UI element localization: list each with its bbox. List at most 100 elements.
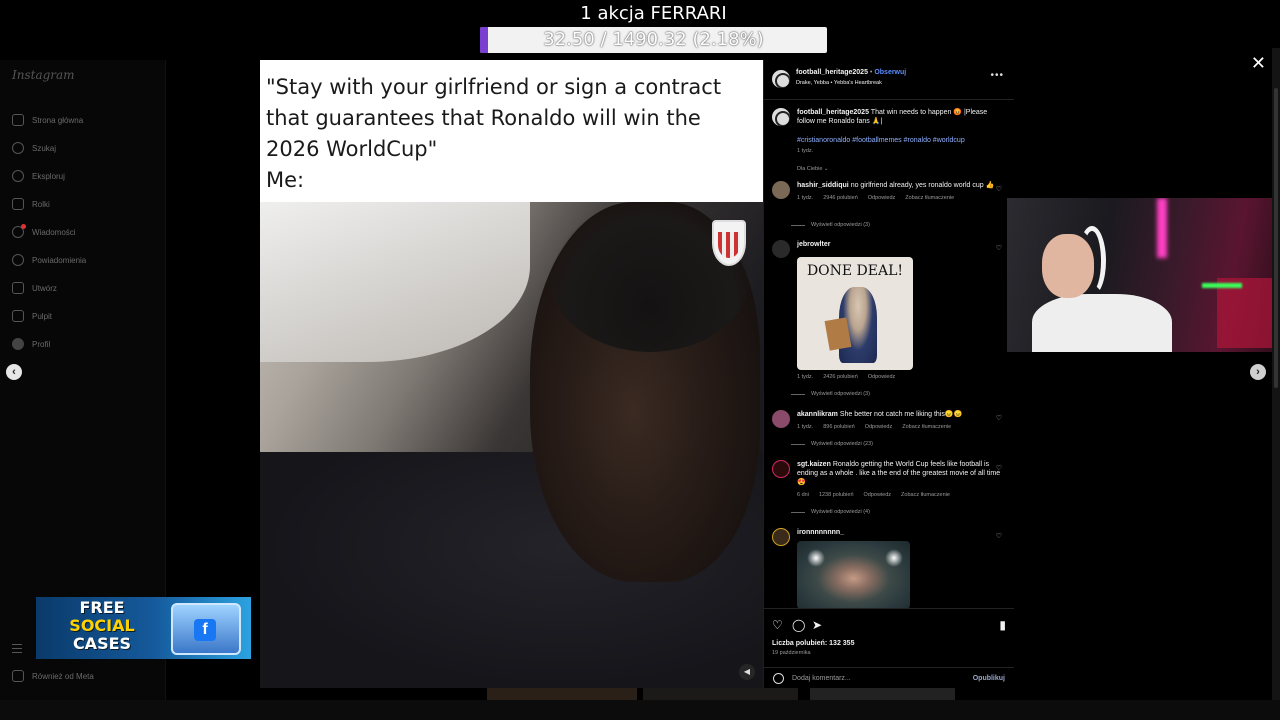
messenger-icon	[12, 224, 26, 238]
view-replies-label: Wyświetl odpowiedzi (23)	[811, 441, 874, 447]
translate-button[interactable]: Zobacz tłumaczenie	[905, 194, 954, 203]
author-line: football_heritage2025 • Obserwuj	[796, 69, 906, 76]
comment-like-icon[interactable]: ♡	[996, 532, 1002, 540]
caption-time: 1 tydz.	[797, 148, 814, 154]
sidebar-item-explore[interactable]: Eksploruj	[12, 162, 86, 190]
comment-like-icon[interactable]: ♡	[996, 185, 1002, 193]
comment-likes[interactable]: 1238 polubień	[819, 491, 854, 500]
author-avatar[interactable]	[772, 70, 790, 88]
publish-button[interactable]: Opublikuj	[973, 675, 1005, 682]
menu-icon[interactable]	[12, 644, 22, 653]
page-scrollbar[interactable]	[1272, 48, 1280, 700]
view-replies-button[interactable]: Wyświetl odpowiedzi (3)	[791, 391, 870, 397]
comment-username[interactable]: sgt.kaizen	[797, 461, 831, 468]
thumbnail-strip-item[interactable]	[487, 688, 637, 700]
previous-post-icon[interactable]: ‹	[6, 364, 22, 380]
thumbnail-strip-item[interactable]	[643, 688, 798, 700]
reply-button[interactable]: Odpowiedz	[864, 491, 892, 500]
comment-text: no girlfriend already, yes ronaldo world…	[850, 182, 995, 189]
sidebar-item-messages[interactable]: Wiadomości	[12, 218, 86, 246]
sidebar-item-meta[interactable]: Również od Meta	[12, 670, 94, 682]
replies-line	[791, 443, 805, 445]
comment-text: She better not catch me liking this😠😠	[839, 411, 963, 418]
comment-likes[interactable]: 2946 polubień	[823, 194, 858, 203]
sidebar-item-dashboard[interactable]: Pulpit	[12, 302, 86, 330]
translate-button[interactable]: Zobacz tłumaczenie	[902, 423, 951, 432]
replies-line	[791, 224, 805, 226]
share-icon[interactable]: ➤	[812, 618, 822, 632]
sidebar-item-profile[interactable]: Profil	[12, 330, 86, 358]
comment-like-icon[interactable]: ♡	[996, 464, 1002, 472]
meta-icon	[12, 670, 24, 682]
scrollbar-thumb[interactable]	[1274, 88, 1278, 388]
sidebar-item-create[interactable]: Utwórz	[12, 274, 86, 302]
comment-icon[interactable]: ◯	[792, 618, 805, 632]
sidebar-item-label: Powiadomienia	[32, 255, 87, 265]
bookmark-icon[interactable]: ▮	[999, 618, 1006, 632]
replies-line	[791, 393, 805, 395]
comment-likes[interactable]: 896 polubień	[823, 423, 855, 432]
close-icon[interactable]: ✕	[1251, 53, 1266, 74]
reply-button[interactable]: Odpowiedz	[865, 423, 893, 432]
sidebar-item-label: Utwórz	[32, 283, 57, 293]
commenter-avatar[interactable]	[772, 528, 790, 546]
sidebar-item-home[interactable]: Strona główna	[12, 106, 86, 134]
sort-dropdown[interactable]: Dla Ciebie ⌄	[797, 166, 829, 172]
sidebar-item-reels[interactable]: Rolki	[12, 190, 86, 218]
caption-hashtags[interactable]: #cristianoronaldo #footballmemes #ronald…	[797, 136, 1002, 145]
comment-time: 1 tydz.	[797, 424, 814, 430]
comment-like-icon[interactable]: ♡	[996, 414, 1002, 422]
like-icon[interactable]: ♡	[772, 618, 783, 632]
club-crest-icon	[712, 220, 746, 266]
post-date: 19 października	[772, 650, 811, 656]
view-replies-button[interactable]: Wyświetl odpowiedzi (4)	[791, 509, 870, 515]
search-icon	[12, 142, 24, 154]
sidebar-item-label: Wiadomości	[32, 227, 76, 237]
comment-username[interactable]: akannlikram	[797, 411, 838, 418]
comment-username[interactable]: ironnnnnnnn_	[797, 529, 844, 536]
follow-button[interactable]: Obserwuj	[874, 69, 906, 76]
caption-username[interactable]: football_heritage2025	[797, 109, 869, 116]
sidebar-item-label: Rolki	[32, 199, 50, 209]
comment-body: ironnnnnnnn_	[797, 528, 1002, 537]
sidebar-item-label: Pulpit	[32, 311, 53, 321]
translate-button[interactable]: Zobacz tłumaczenie	[901, 491, 950, 500]
comment-username[interactable]: jebrowlter	[797, 241, 830, 248]
comment-photo[interactable]	[797, 541, 910, 609]
caption-avatar[interactable]	[772, 108, 790, 126]
free-social-cases-ad[interactable]: FREE SOCIAL CASES f	[36, 597, 251, 659]
more-options-icon[interactable]: •••	[990, 70, 1004, 81]
reply-button[interactable]: Odpowiedz	[868, 194, 896, 203]
commenter-avatar[interactable]	[772, 240, 790, 258]
comment: akannlikram She better not catch me liki…	[772, 410, 1006, 440]
commenter-avatar[interactable]	[772, 410, 790, 428]
facebook-icon: f	[194, 619, 216, 641]
home-icon	[12, 114, 24, 126]
comment-body: sgt.kaizen Ronaldo getting the World Cup…	[797, 460, 1002, 500]
comment-time: 6 dni	[797, 492, 809, 498]
like-count[interactable]: Liczba polubień: 132 355	[772, 640, 854, 647]
view-replies-button[interactable]: Wyświetl odpowiedzi (23)	[791, 441, 873, 447]
author-username[interactable]: football_heritage2025	[796, 69, 868, 76]
view-replies-label: Wyświetl odpowiedzi (3)	[811, 222, 870, 228]
commenter-avatar[interactable]	[772, 181, 790, 199]
comment-likes[interactable]: 2426 polubień	[823, 374, 858, 380]
comment-gif-image[interactable]: DONE DEAL!	[797, 257, 913, 370]
audio-info[interactable]: Drake, Yebba • Yebba's Heartbreak	[796, 80, 882, 86]
comment-body: hashir_siddiqui no girlfriend already, y…	[797, 181, 1002, 203]
video-frame[interactable]: ◀	[260, 202, 763, 688]
reply-button[interactable]: Odpowiedz	[868, 374, 896, 380]
comment-username[interactable]: hashir_siddiqui	[797, 182, 849, 189]
comment-input[interactable]: Dodaj komentarz...	[792, 675, 851, 682]
commenter-avatar[interactable]	[772, 460, 790, 478]
sidebar-item-notifications[interactable]: Powiadomienia	[12, 246, 86, 274]
sidebar-item-search[interactable]: Szukaj	[12, 134, 86, 162]
next-post-icon[interactable]: ›	[1250, 364, 1266, 380]
view-replies-button[interactable]: Wyświetl odpowiedzi (3)	[791, 222, 870, 228]
emoji-icon[interactable]	[773, 673, 784, 684]
comment-like-icon[interactable]: ♡	[996, 244, 1002, 252]
thumbnail-strip-item[interactable]	[810, 688, 955, 700]
post-media[interactable]: "Stay with your girlfriend or sign a con…	[260, 60, 763, 688]
mute-icon[interactable]: ◀	[739, 664, 755, 680]
instagram-logo[interactable]: Instagram	[12, 68, 75, 82]
